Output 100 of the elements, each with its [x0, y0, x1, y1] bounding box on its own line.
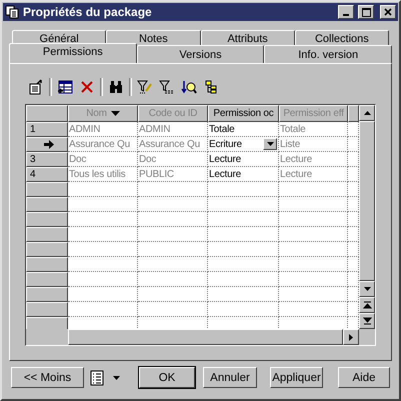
close-button[interactable]	[380, 5, 396, 19]
minimize-button[interactable]	[338, 5, 354, 19]
table-cell	[279, 257, 348, 272]
scroll-bottom-button[interactable]	[359, 313, 375, 329]
row-header[interactable]	[26, 182, 68, 197]
table-cell	[138, 287, 208, 302]
table-cell	[68, 242, 138, 257]
maximize-icon	[362, 8, 370, 16]
horizontal-scrollbar[interactable]	[68, 329, 343, 345]
row-header[interactable]: 3	[26, 152, 68, 167]
dropdown-button[interactable]	[263, 138, 277, 150]
table-cell	[138, 272, 208, 287]
table-cell	[279, 287, 348, 302]
down-arrow-icon	[362, 285, 372, 293]
scroll-top-button[interactable]	[359, 297, 375, 313]
table-cell: Doc	[138, 152, 208, 167]
table-cell	[208, 302, 279, 317]
table-cell[interactable]: Totale	[208, 122, 279, 137]
row-header[interactable]	[26, 212, 68, 227]
table-cell	[208, 182, 279, 197]
table-cell[interactable]: Lecture	[208, 167, 279, 182]
sort-icon	[110, 110, 120, 116]
row-header[interactable]	[26, 317, 68, 329]
last-icon	[362, 317, 372, 325]
table-cell	[208, 197, 279, 212]
binoculars-icon[interactable]	[107, 78, 125, 96]
table-cell[interactable]: Ecriture	[209, 138, 242, 150]
row-header[interactable]	[26, 287, 68, 302]
table-cell	[348, 137, 359, 152]
table-cell	[138, 257, 208, 272]
table-cell: Tous les utilis	[68, 167, 138, 182]
table-cell	[208, 287, 279, 302]
scroll-right-button[interactable]	[343, 329, 359, 345]
tab[interactable]: Collections	[294, 30, 389, 46]
table-cell	[279, 227, 348, 242]
table-cell	[348, 197, 359, 212]
row-header[interactable]	[26, 227, 68, 242]
table-cell	[68, 182, 138, 197]
table-cell	[348, 227, 359, 242]
filter-list-icon[interactable]	[158, 78, 176, 96]
scroll-down-button[interactable]	[359, 281, 375, 297]
window-title: Propriétés du package	[23, 5, 153, 19]
row-header[interactable]	[26, 137, 68, 152]
row-header[interactable]	[26, 302, 68, 317]
row-header[interactable]	[26, 197, 68, 212]
table-cell: Totale	[279, 122, 348, 137]
tab[interactable]: Notes	[106, 30, 200, 46]
table-cell	[68, 257, 138, 272]
table-cell	[138, 197, 208, 212]
column-header[interactable]: Permission oc	[208, 105, 279, 122]
close-icon	[384, 8, 392, 16]
row-header[interactable]	[26, 272, 68, 287]
filter-edit-icon[interactable]	[136, 78, 154, 96]
vertical-scrollbar[interactable]	[359, 105, 375, 329]
scroll-thumb[interactable]	[359, 121, 375, 281]
table-cell	[279, 212, 348, 227]
tab[interactable]: Attributs	[200, 30, 295, 46]
tab[interactable]: Versions	[136, 45, 264, 63]
table-cell	[348, 167, 359, 182]
dialog-button[interactable]: Aide	[338, 367, 390, 388]
table-cell	[208, 242, 279, 257]
table-cell	[138, 242, 208, 257]
caret-icon	[112, 374, 121, 380]
table-cell	[138, 227, 208, 242]
table-cell	[68, 227, 138, 242]
table-cell	[208, 272, 279, 287]
row-header[interactable]: 4	[26, 167, 68, 182]
find-down-icon[interactable]	[180, 78, 198, 96]
table-cell: Liste	[279, 137, 348, 152]
maximize-button[interactable]	[358, 5, 374, 19]
dialog-button[interactable]: Appliquer	[270, 367, 323, 388]
dialog-button[interactable]: OK	[139, 367, 195, 388]
scroll-up-button[interactable]	[359, 105, 375, 121]
tab[interactable]: Info. version	[264, 45, 392, 63]
add-rows-icon[interactable]	[56, 78, 74, 96]
table-cell[interactable]: Lecture	[208, 152, 279, 167]
row-header[interactable]: 1	[26, 122, 68, 137]
table-cell: Lecture	[279, 152, 348, 167]
package-icon	[5, 5, 19, 19]
table-cell	[279, 302, 348, 317]
dialog-button[interactable]: << Moins	[11, 367, 84, 388]
row-header[interactable]	[26, 257, 68, 272]
table-cell: ADMIN	[138, 122, 208, 137]
row-header[interactable]	[26, 242, 68, 257]
table-cell	[348, 257, 359, 272]
table-cell	[68, 287, 138, 302]
table-cell	[68, 212, 138, 227]
dialog-button[interactable]: Annuler	[203, 367, 257, 388]
table-cell	[208, 257, 279, 272]
table-cell	[348, 182, 359, 197]
table-cell	[138, 212, 208, 227]
table-cell	[279, 197, 348, 212]
table-cell: Assurance Qu	[138, 137, 208, 152]
table-cell	[348, 242, 359, 257]
table-cell	[138, 182, 208, 197]
tab[interactable]: Permissions	[9, 43, 137, 63]
view-menu-button[interactable]	[90, 370, 121, 386]
properties-icon[interactable]	[27, 78, 45, 96]
table-cell: Lecture	[279, 167, 348, 182]
first-icon	[362, 301, 372, 309]
